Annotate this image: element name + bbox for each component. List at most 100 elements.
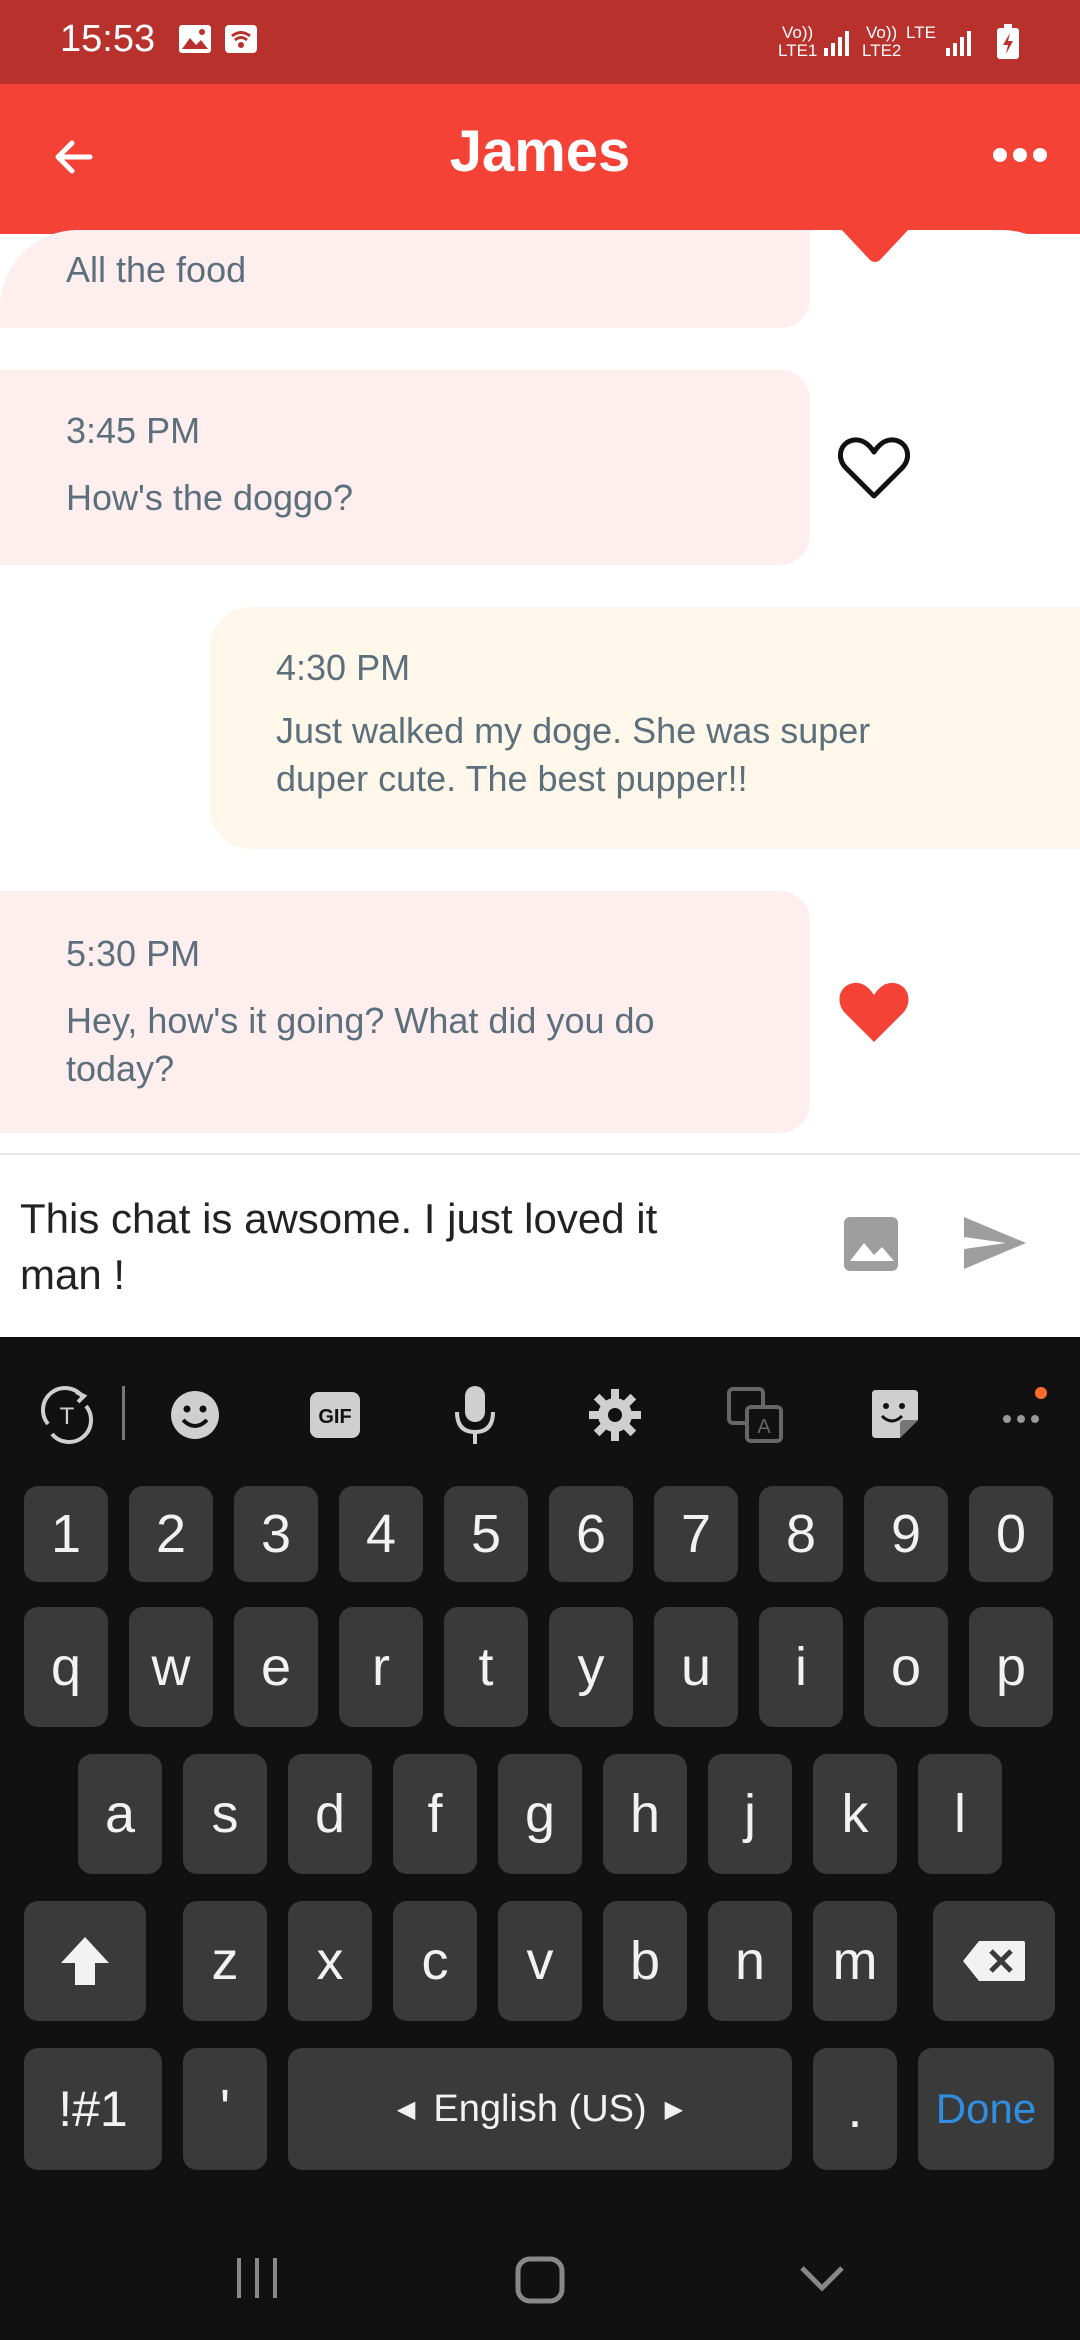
message-composer: This chat is awsome. I just loved it man… bbox=[0, 1153, 1080, 1337]
key-8[interactable]: 8 bbox=[759, 1486, 843, 1582]
like-outline-icon[interactable] bbox=[838, 436, 910, 500]
key-w[interactable]: w bbox=[129, 1607, 213, 1727]
key-9[interactable]: 9 bbox=[864, 1486, 948, 1582]
key-x[interactable]: x bbox=[288, 1901, 372, 2021]
key-1[interactable]: 1 bbox=[24, 1486, 108, 1582]
status-time: 15:53 bbox=[60, 18, 156, 60]
shift-key[interactable] bbox=[24, 1901, 146, 2021]
image-icon[interactable] bbox=[838, 1211, 904, 1277]
more-button[interactable] bbox=[980, 120, 1060, 190]
apostrophe-key[interactable]: ' bbox=[183, 2048, 267, 2170]
message-text: How's the doggo? bbox=[66, 477, 354, 518]
key-h[interactable]: h bbox=[603, 1754, 687, 1874]
arrow-left-icon bbox=[55, 140, 93, 174]
key-c[interactable]: c bbox=[393, 1901, 477, 2021]
translate-screen-icon[interactable]: A bbox=[720, 1380, 790, 1450]
message-text-line2: duper cute. The best pupper!! bbox=[276, 758, 748, 799]
chevron-right-icon: ▶ bbox=[664, 2095, 684, 2123]
mic-icon[interactable] bbox=[440, 1380, 510, 1450]
chat-list[interactable]: All the food 3:45 PM How's the doggo? 4:… bbox=[0, 230, 1080, 1155]
back-chevron-icon[interactable] bbox=[798, 2262, 846, 2299]
key-e[interactable]: e bbox=[234, 1607, 318, 1727]
emoji-icon[interactable] bbox=[160, 1380, 230, 1450]
backspace-icon bbox=[963, 1941, 1025, 1981]
key-g[interactable]: g bbox=[498, 1754, 582, 1874]
message-text-line1: Hey, how's it going? What did you do bbox=[66, 1000, 655, 1041]
gif-icon[interactable]: GIF bbox=[300, 1380, 370, 1450]
signal-icon bbox=[822, 28, 852, 63]
key-f[interactable]: f bbox=[393, 1754, 477, 1874]
key-0[interactable]: 0 bbox=[969, 1486, 1053, 1582]
back-button[interactable] bbox=[40, 112, 108, 202]
message-time: 3:45 PM bbox=[66, 410, 201, 451]
key-6[interactable]: 6 bbox=[549, 1486, 633, 1582]
key-7[interactable]: 7 bbox=[654, 1486, 738, 1582]
key-k[interactable]: k bbox=[813, 1754, 897, 1874]
battery-charging-icon bbox=[996, 24, 1020, 65]
chevron-left-icon: ◀ bbox=[396, 2095, 416, 2123]
more-icon[interactable] bbox=[990, 1380, 1060, 1450]
message-bubble-incoming[interactable]: All the food bbox=[0, 230, 810, 328]
key-q[interactable]: q bbox=[24, 1607, 108, 1727]
sim2-label-top: Vo)) bbox=[866, 23, 898, 42]
key-5[interactable]: 5 bbox=[444, 1486, 528, 1582]
key-m[interactable]: m bbox=[813, 1901, 897, 2021]
key-i[interactable]: i bbox=[759, 1607, 843, 1727]
done-key[interactable]: Done bbox=[918, 2048, 1054, 2170]
key-a[interactable]: a bbox=[78, 1754, 162, 1874]
sim2-label-bottom: LTE2 bbox=[862, 41, 902, 60]
message-input-line1: This chat is awsome. I just loved it bbox=[20, 1195, 658, 1242]
shift-icon bbox=[61, 1937, 109, 1985]
sticker-icon[interactable] bbox=[860, 1380, 930, 1450]
key-v[interactable]: v bbox=[498, 1901, 582, 2021]
key-o[interactable]: o bbox=[864, 1607, 948, 1727]
lte-label: LTE bbox=[906, 23, 936, 42]
key-4[interactable]: 4 bbox=[339, 1486, 423, 1582]
backspace-key[interactable] bbox=[933, 1901, 1055, 2021]
key-3[interactable]: 3 bbox=[234, 1486, 318, 1582]
message-input-line2: man ! bbox=[20, 1251, 126, 1298]
more-horizontal-icon bbox=[993, 148, 1047, 162]
key-u[interactable]: u bbox=[654, 1607, 738, 1727]
key-n[interactable]: n bbox=[708, 1901, 792, 2021]
svg-text:A: A bbox=[757, 1416, 771, 1438]
key-b[interactable]: b bbox=[603, 1901, 687, 2021]
translate-icon[interactable]: T bbox=[32, 1380, 102, 1450]
sim1-label-bottom: LTE1 bbox=[778, 41, 818, 60]
symbols-key[interactable]: !#1 bbox=[24, 2048, 162, 2170]
key-z[interactable]: z bbox=[183, 1901, 267, 2021]
key-t[interactable]: t bbox=[444, 1607, 528, 1727]
sim1-label-top: Vo)) bbox=[782, 23, 814, 42]
key-y[interactable]: y bbox=[549, 1607, 633, 1727]
header-notch bbox=[840, 228, 910, 262]
space-label: English (US) bbox=[433, 2087, 647, 2130]
toolbar-divider bbox=[122, 1386, 125, 1440]
signal-icon bbox=[944, 28, 974, 63]
home-icon[interactable] bbox=[514, 2255, 566, 2310]
key-d[interactable]: d bbox=[288, 1754, 372, 1874]
recents-icon[interactable] bbox=[232, 2255, 282, 2306]
message-bubble-incoming[interactable]: 5:30 PM Hey, how's it going? What did yo… bbox=[0, 891, 810, 1133]
message-time: 4:30 PM bbox=[276, 647, 411, 688]
space-key[interactable]: ◀ English (US) ▶ bbox=[288, 2048, 792, 2170]
key-2[interactable]: 2 bbox=[129, 1486, 213, 1582]
period-key[interactable]: . bbox=[813, 2048, 897, 2170]
message-input[interactable]: This chat is awsome. I just loved it man… bbox=[20, 1191, 820, 1303]
gallery-icon bbox=[178, 24, 212, 59]
like-filled-icon[interactable] bbox=[838, 980, 910, 1044]
message-bubble-incoming[interactable]: 3:45 PM How's the doggo? bbox=[0, 370, 810, 565]
key-p[interactable]: p bbox=[969, 1607, 1053, 1727]
message-text-line2: today? bbox=[66, 1048, 175, 1089]
key-r[interactable]: r bbox=[339, 1607, 423, 1727]
app-bar bbox=[0, 84, 1080, 234]
settings-icon[interactable] bbox=[580, 1380, 650, 1450]
key-l[interactable]: l bbox=[918, 1754, 1002, 1874]
key-j[interactable]: j bbox=[708, 1754, 792, 1874]
gif-label: GIF bbox=[318, 1406, 351, 1428]
key-s[interactable]: s bbox=[183, 1754, 267, 1874]
message-time: 5:30 PM bbox=[66, 933, 201, 974]
send-icon[interactable] bbox=[960, 1213, 1030, 1273]
message-text: All the food bbox=[66, 249, 247, 290]
message-bubble-outgoing[interactable]: 4:30 PM Just walked my doge. She was sup… bbox=[210, 607, 1080, 849]
message-text-line1: Just walked my doge. She was super bbox=[276, 710, 871, 751]
